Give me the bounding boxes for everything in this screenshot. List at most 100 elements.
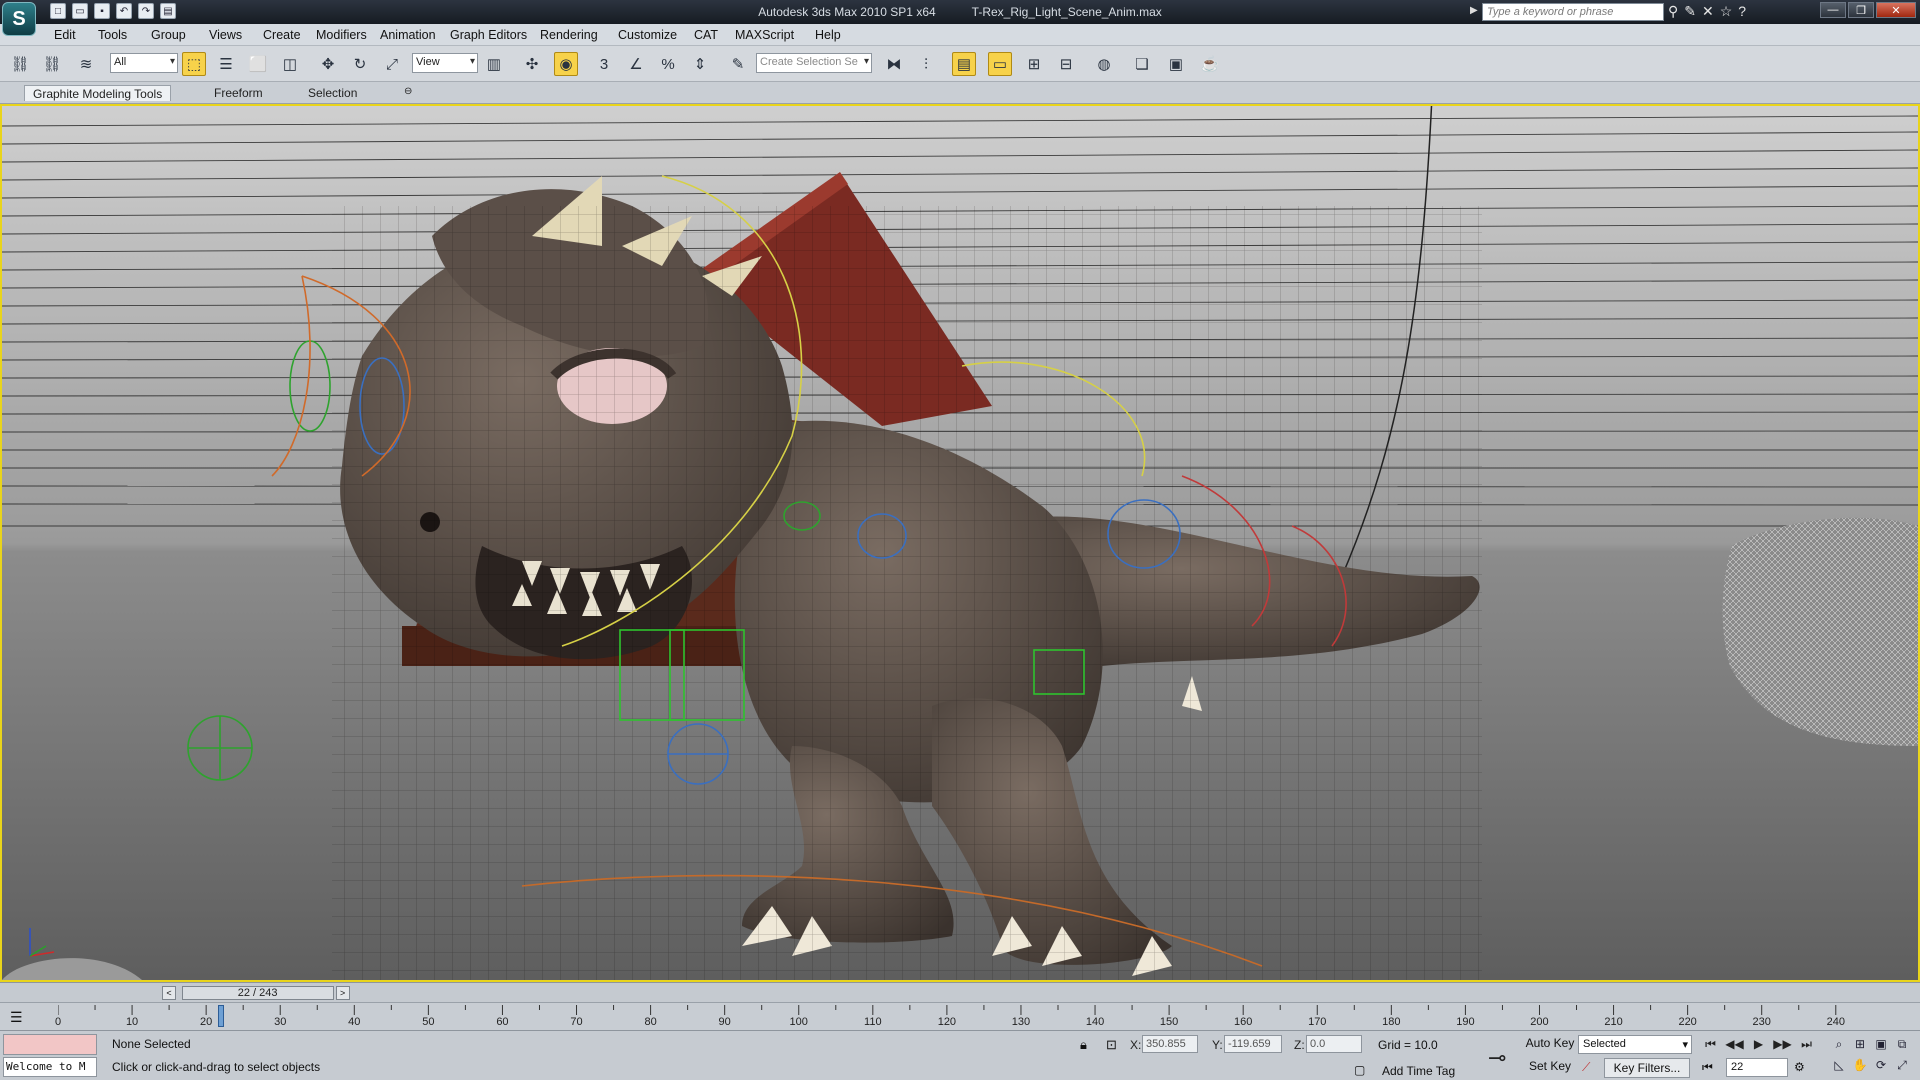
menu-edit[interactable]: Edit <box>54 28 76 42</box>
menu-graph-editors[interactable]: Graph Editors <box>450 28 527 42</box>
play-icon[interactable]: ▶ <box>1748 1035 1769 1053</box>
menu-group[interactable]: Group <box>151 28 186 42</box>
new-icon[interactable]: □ <box>50 3 66 19</box>
angle-snap-icon[interactable]: ∠ <box>624 52 648 76</box>
menu-animation[interactable]: Animation <box>380 28 436 42</box>
render-production-icon[interactable]: ☕ <box>1198 52 1222 76</box>
minimize-button[interactable]: — <box>1820 2 1846 18</box>
communication-icon[interactable]: ✕ <box>1702 3 1714 20</box>
snaps-toggle-icon[interactable]: 3 <box>592 52 616 76</box>
search-input[interactable]: Type a keyword or phrase <box>1482 3 1664 21</box>
menu-maxscript[interactable]: MAXScript <box>735 28 794 42</box>
search-expand-icon[interactable]: ▶ <box>1470 5 1478 16</box>
zoom-icon[interactable]: ⌕ <box>1830 1035 1848 1053</box>
percent-snap-icon[interactable]: % <box>656 52 680 76</box>
go-to-end-icon[interactable]: ⏭ <box>1796 1035 1817 1053</box>
align-icon[interactable]: ⫶ <box>914 52 938 76</box>
go-to-start-icon[interactable]: ⏮ <box>1700 1035 1721 1053</box>
key-filters-button[interactable]: Key Filters... <box>1604 1058 1690 1078</box>
perspective-viewport[interactable] <box>0 104 1920 982</box>
default-in-out-tangent-icon[interactable]: ⟋ <box>1582 1060 1590 1075</box>
timeline-ruler[interactable]: 0 10 20 30 40 50 60 70 80 90 100 110 120 130 140 150 160… <box>55 1003 1858 1031</box>
next-frame-button[interactable]: > <box>335 986 350 1000</box>
y-coordinate-field[interactable]: -119.659 <box>1224 1035 1282 1053</box>
keyboard-shortcut-override-icon[interactable]: ◉ <box>554 52 578 76</box>
previous-frame-button[interactable]: < <box>162 986 176 1000</box>
select-by-name-icon[interactable]: ☰ <box>214 52 238 76</box>
timeline-playhead[interactable] <box>217 1005 224 1027</box>
material-editor-icon[interactable]: ◍ <box>1092 52 1116 76</box>
maxscript-mini-listener-input[interactable]: Welcome to M <box>3 1057 97 1077</box>
add-time-tag[interactable]: Add Time Tag <box>1382 1064 1455 1078</box>
menu-cat[interactable]: CAT <box>694 28 718 42</box>
time-configuration-icon[interactable]: ⚙ <box>1794 1060 1805 1074</box>
auto-key-button[interactable]: Auto Key <box>1524 1036 1576 1054</box>
pan-icon[interactable]: ✋ <box>1851 1056 1869 1074</box>
maximize-viewport-icon[interactable]: ⤢ <box>1893 1056 1911 1074</box>
ribbon-minimize-icon[interactable]: ⊖ <box>396 85 420 101</box>
tab-graphite-modeling-tools[interactable]: Graphite Modeling Tools <box>24 85 172 101</box>
key-mode-toggle-icon[interactable]: ⏮ <box>1702 1060 1713 1075</box>
save-icon[interactable]: ▪ <box>94 3 110 19</box>
reference-coordinate-dropdown[interactable]: View <box>412 53 478 73</box>
maxscript-mini-listener-output[interactable] <box>3 1034 97 1055</box>
render-setup-icon[interactable]: ❏ <box>1130 52 1154 76</box>
field-of-view-icon[interactable]: ◺ <box>1830 1056 1848 1074</box>
zoom-extents-all-icon[interactable]: ⧉ <box>1893 1035 1911 1053</box>
binoculars-icon[interactable]: ⚲ <box>1668 3 1678 20</box>
menu-help[interactable]: Help <box>815 28 841 42</box>
rendered-frame-window-icon[interactable]: ▣ <box>1164 52 1188 76</box>
z-coordinate-field[interactable]: 0.0 <box>1306 1035 1362 1053</box>
time-slider-thumb[interactable]: 22 / 243 <box>181 986 334 1000</box>
set-keys-key-icon[interactable]: ⊸ <box>1488 1045 1506 1071</box>
schematic-view-icon[interactable]: ⊟ <box>1054 52 1078 76</box>
project-icon[interactable]: ▤ <box>160 3 176 19</box>
zoom-all-icon[interactable]: ⊞ <box>1851 1035 1869 1053</box>
graphite-toggle-icon[interactable]: ▭ <box>988 52 1012 76</box>
subscription-icon[interactable]: ✎ <box>1684 3 1696 20</box>
rectangular-selection-icon[interactable]: ⬜ <box>246 52 270 76</box>
menu-tools[interactable]: Tools <box>98 28 127 42</box>
curve-editor-icon[interactable]: ⊞ <box>1022 52 1046 76</box>
selection-filter-dropdown[interactable]: All <box>110 53 178 73</box>
time-tag-icon[interactable]: ▢ <box>1354 1063 1365 1077</box>
undo-icon[interactable]: ↶ <box>116 3 132 19</box>
tab-freeform[interactable]: Freeform <box>206 85 271 101</box>
unlink-icon[interactable]: ⛓ <box>40 52 64 76</box>
previous-key-icon[interactable]: ◀◀ <box>1724 1035 1745 1053</box>
select-manipulate-icon[interactable]: ✣ <box>520 52 544 76</box>
select-scale-icon[interactable]: ⤢ <box>380 52 404 76</box>
named-selection-set-dropdown[interactable]: Create Selection Se <box>756 53 872 73</box>
help-icon[interactable]: ? <box>1738 3 1746 20</box>
menu-views[interactable]: Views <box>209 28 242 42</box>
current-frame-field[interactable]: 22 <box>1726 1058 1788 1077</box>
open-icon[interactable]: ▭ <box>72 3 88 19</box>
window-crossing-icon[interactable]: ◫ <box>278 52 302 76</box>
select-rotate-icon[interactable]: ↻ <box>348 52 372 76</box>
tab-selection[interactable]: Selection <box>300 85 365 101</box>
close-button[interactable]: ✕ <box>1876 2 1916 18</box>
absolute-mode-icon[interactable]: ⊡ <box>1106 1037 1117 1053</box>
set-key-button[interactable]: Set Key <box>1524 1059 1576 1077</box>
x-coordinate-field[interactable]: 350.855 <box>1142 1035 1198 1053</box>
redo-icon[interactable]: ↷ <box>138 3 154 19</box>
favorites-icon[interactable]: ☆ <box>1720 3 1733 20</box>
zoom-extents-icon[interactable]: ▣ <box>1872 1035 1890 1053</box>
key-mode-dropdown[interactable]: Selected <box>1578 1035 1692 1054</box>
select-object-icon[interactable]: ⬚ <box>182 52 206 76</box>
orbit-icon[interactable]: ⟳ <box>1872 1056 1890 1074</box>
select-move-icon[interactable]: ✥ <box>316 52 340 76</box>
bind-spacewarp-icon[interactable]: ≋ <box>74 52 98 76</box>
maximize-button[interactable]: ❐ <box>1848 2 1874 18</box>
menu-modifiers[interactable]: Modifiers <box>316 28 367 42</box>
next-key-icon[interactable]: ▶▶ <box>1772 1035 1793 1053</box>
track-bar[interactable]: ☰ 0 10 20 30 40 50 60 70 80 90 100 110 120 130 140 150 1… <box>0 1002 1920 1030</box>
link-icon[interactable]: ⛓ <box>8 52 32 76</box>
layer-manager-icon[interactable]: ▤ <box>952 52 976 76</box>
mirror-icon[interactable]: ⧓ <box>882 52 906 76</box>
spinner-snap-icon[interactable]: ⇕ <box>688 52 712 76</box>
menu-rendering[interactable]: Rendering <box>540 28 598 42</box>
lock-selection-icon[interactable]: 🔒︎ <box>1080 1037 1087 1053</box>
menu-customize[interactable]: Customize <box>618 28 677 42</box>
edit-named-selection-icon[interactable]: ✎ <box>726 52 750 76</box>
